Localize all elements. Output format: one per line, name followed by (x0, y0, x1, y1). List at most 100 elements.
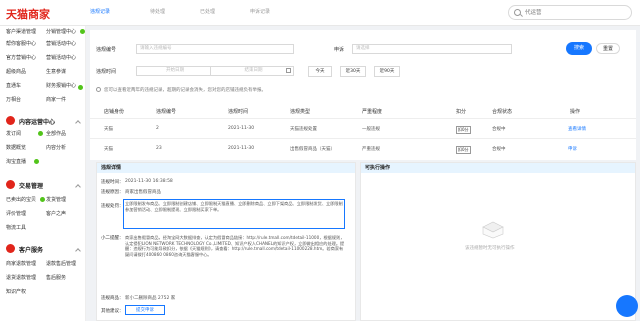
available-actions-panel: 可执行操作 该违规暂时无可执行操作 (360, 162, 636, 321)
content-center-icon (6, 116, 15, 125)
help-assistant-icon[interactable] (616, 295, 638, 317)
sidebar-nav: 客户渠道管理 分销管理中心 帮你客服中心 营销活动中心 官方营销中心 营销活动中… (0, 26, 86, 321)
reset-button[interactable]: 重置 (596, 43, 620, 54)
row-divider (90, 118, 636, 119)
sidebar-item[interactable]: 全部作品 (46, 130, 66, 137)
sidebar-item[interactable]: 分销管理中心 (46, 28, 76, 35)
sidebar-item[interactable]: 财务报销中心 (46, 82, 76, 89)
submit-appeal-button[interactable]: 提交申诉 (125, 305, 165, 315)
violation-table: 店铺身份 违规编号 违规时间 违规类型 严重程度 扣分 合规状态 操作 天猫 2… (90, 102, 636, 160)
top-bar: 天猫商家 违规记录 待处理 已处理 申诉记录 (0, 0, 640, 26)
sidebar-item[interactable]: 知识产权 (6, 288, 26, 295)
tab-pending[interactable]: 待处理 (150, 8, 165, 15)
trade-manage-icon (6, 180, 15, 189)
filter-panel: 违规编号 请输入违规编号 申诉 请选择 搜索 重置 违规时间 开始日期 结束日期… (90, 30, 636, 102)
violation-detail-panel: 违规详情 违规时间： 2021-11-30 16:38:58 违规原因： 商家出… (96, 162, 356, 321)
search-button[interactable]: 搜索 (566, 42, 592, 55)
col-shop: 店铺身份 (104, 109, 125, 115)
detail-reason-value: 商家出售假冒商品 (125, 190, 161, 195)
cell-type: 出售假冒商品（天猫） (290, 147, 335, 152)
col-status: 合规状态 (492, 109, 513, 115)
appeal-link[interactable]: 申诉 (568, 146, 577, 152)
chevron-up-icon[interactable] (75, 184, 81, 190)
empty-text: 该违规暂时无可执行操作 (465, 246, 515, 251)
new-badge (38, 131, 43, 136)
sidebar-item[interactable]: 退款售后管理 (46, 260, 76, 267)
search-icon (514, 9, 521, 16)
col-id: 违规编号 (156, 109, 177, 115)
calendar-icon[interactable] (286, 68, 291, 73)
chevron-up-icon[interactable] (75, 248, 81, 254)
detail-penalty-value: 立即限制发布商品、立即限制创建店铺、立即限制天猫直播、立即删除商品、立即下架商品… (125, 201, 343, 212)
new-badge (34, 159, 39, 164)
empty-box-icon (482, 221, 504, 239)
appeal-select[interactable]: 请选择 (352, 44, 512, 54)
main-content: 违规编号 请输入违规编号 申诉 请选择 搜索 重置 违规时间 开始日期 结束日期… (90, 30, 636, 321)
sidebar-item[interactable]: 物流工具 (6, 224, 26, 231)
tab-appeal-records[interactable]: 申诉记录 (250, 8, 270, 15)
sidebar-item[interactable]: 商家退款管理 (6, 260, 36, 267)
sidebar-item[interactable]: 超级商品 (6, 68, 26, 75)
global-search[interactable] (508, 5, 632, 20)
sidebar-item[interactable]: 售后服务 (46, 274, 66, 281)
sidebar-item[interactable]: 官方营销中心 (6, 54, 36, 61)
sidebar-item[interactable]: 客户之声 (46, 210, 66, 217)
cell-shop: 天猫 (104, 127, 113, 132)
sidebar-item[interactable]: 商家一件 (46, 96, 66, 103)
chevron-up-icon[interactable] (75, 120, 81, 126)
col-time: 违规时间 (228, 109, 249, 115)
detail-note-label: 小二提醒： (101, 236, 124, 241)
cell-severity: 一般违规 (362, 127, 380, 132)
start-date-input[interactable]: 开始日期 (136, 66, 210, 76)
sidebar-item[interactable]: 万相台 (6, 96, 21, 103)
cell-status: 合规中 (492, 127, 506, 132)
row-divider (90, 138, 636, 139)
group-title-service[interactable]: 客户服务 (19, 245, 43, 254)
col-action: 操作 (570, 109, 581, 115)
detail-note-value: 商家出售假冒商品，经淘宝网大数据排查，认定为假冒商品链接：http://rule… (125, 235, 345, 257)
violation-id-label: 违规编号 (96, 47, 117, 53)
quick-range-90d[interactable]: 近90天 (374, 66, 400, 77)
sidebar-item[interactable]: 发货管理 (46, 196, 66, 203)
violation-id-input[interactable]: 请输入违规编号 (136, 44, 294, 54)
group-title-trade[interactable]: 交易管理 (19, 181, 43, 190)
search-input[interactable] (525, 8, 625, 18)
detail-product-value: 新小二删除商品 2752 家 (125, 296, 176, 301)
detail-title: 违规详情 (97, 163, 355, 173)
sidebar-item[interactable]: 退货退款管理 (6, 274, 36, 281)
cell-shop: 天猫 (104, 147, 113, 152)
sidebar-item[interactable]: 生意参谋 (46, 68, 66, 75)
detail-other-label: 其他建议： (101, 309, 124, 314)
detail-time-label: 违规时间： (101, 180, 124, 185)
sidebar-item[interactable]: 淘宝直播 (6, 158, 26, 165)
sidebar-item[interactable]: 已卖出的宝贝 (6, 196, 36, 203)
sidebar-item[interactable]: 营销活动中心 (46, 40, 76, 47)
cell-time: 2021-11-30 (228, 126, 255, 131)
sidebar-item[interactable]: 内容分析 (46, 144, 66, 151)
cell-type: 天猫违规处置 (290, 127, 317, 132)
new-badge (78, 85, 83, 90)
col-points: 扣分 (456, 109, 467, 115)
tab-violation-records[interactable]: 违规记录 (90, 8, 110, 15)
info-icon (96, 87, 101, 92)
detail-product-label: 违规商品： (101, 296, 124, 301)
cell-points: 扣0分 (456, 146, 471, 154)
col-type: 违规类型 (290, 109, 311, 115)
end-date-input[interactable]: 结束日期 (210, 66, 294, 76)
group-title-content[interactable]: 内容运营中心 (19, 117, 55, 126)
sidebar-item[interactable]: 评价管理 (6, 210, 26, 217)
tmall-merchant-logo[interactable]: 天猫商家 (6, 6, 50, 22)
sidebar-item[interactable]: 发订阅 (6, 130, 21, 137)
sidebar-item[interactable]: 直通车 (6, 82, 21, 89)
sidebar-item[interactable]: 数据概览 (6, 144, 26, 151)
view-detail-link[interactable]: 查看详情 (568, 126, 586, 132)
sidebar-item[interactable]: 客户渠道管理 (6, 28, 36, 35)
sidebar-item[interactable]: 营销活动中心 (46, 54, 76, 61)
tab-processed[interactable]: 已处理 (200, 8, 215, 15)
tip-text: 您可以查看近两年的违规记录，超期的记录会消失，您对您的店铺违规负有举报。 (104, 88, 266, 93)
quick-range-today[interactable]: 今天 (308, 66, 332, 77)
sidebar-item[interactable]: 帮你客服中心 (6, 40, 36, 47)
cell-id: 23 (156, 146, 162, 151)
quick-range-30d[interactable]: 近30天 (340, 66, 366, 77)
cell-id: 2 (156, 126, 159, 131)
